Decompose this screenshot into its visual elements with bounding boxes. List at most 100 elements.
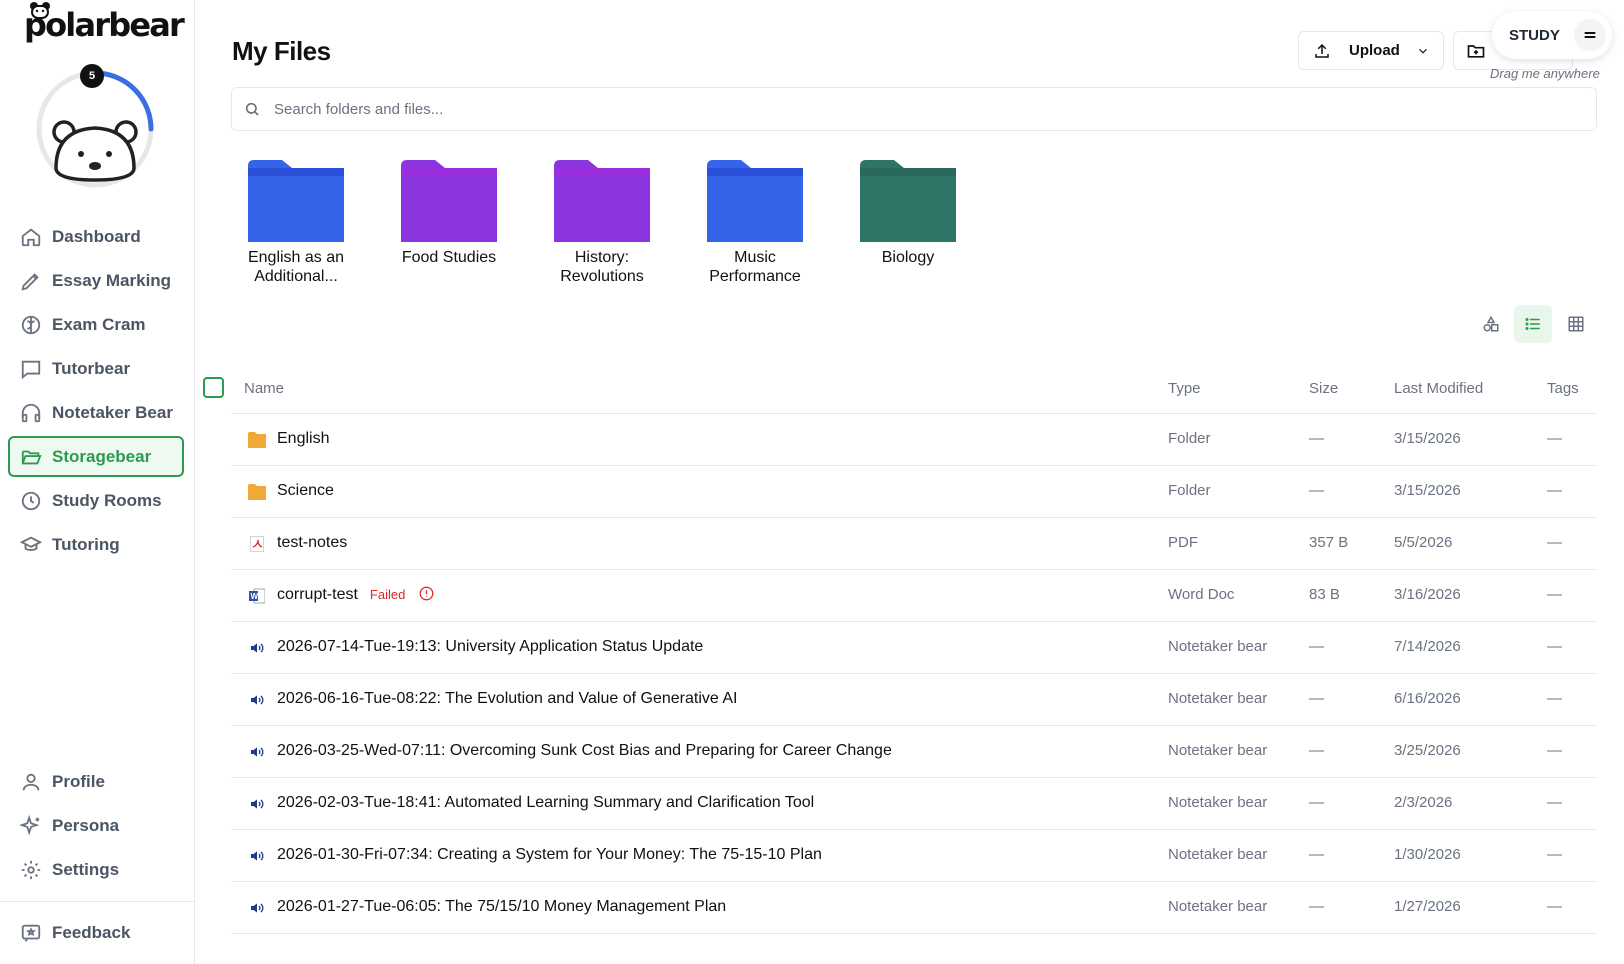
table-row[interactable]: 2026-03-25-Wed-07:11: Overcoming Sunk Co…	[231, 726, 1597, 778]
file-name: English	[277, 430, 330, 447]
table-row[interactable]: 2026-01-27-Tue-06:05: The 75/15/10 Money…	[231, 882, 1597, 934]
svg-text:W: W	[251, 592, 259, 601]
list-view-toggle[interactable]	[1514, 305, 1552, 343]
file-type: Notetaker bear	[1168, 690, 1268, 707]
file-type: Notetaker bear	[1168, 742, 1268, 759]
sidebar-item-tutoring[interactable]: Tutoring	[8, 524, 184, 565]
sidebar-item-feedback[interactable]: Feedback	[8, 912, 184, 953]
search-placeholder: Search folders and files...	[274, 100, 444, 118]
list-icon	[1525, 318, 1540, 330]
table-row[interactable]: 2026-01-30-Fri-07:34: Creating a System …	[231, 830, 1597, 882]
sidebar-item-profile[interactable]: Profile	[8, 761, 184, 802]
folder-card[interactable]: Biology	[853, 160, 963, 267]
file-name: 2026-06-16-Tue-08:22: The Evolution and …	[277, 690, 738, 707]
file-tags: —	[1547, 586, 1562, 603]
upload-button[interactable]: Upload	[1298, 31, 1444, 70]
file-type: Notetaker bear	[1168, 898, 1268, 915]
file-tags: —	[1547, 846, 1562, 863]
folder-icon	[401, 160, 497, 242]
file-modified: 1/27/2026	[1394, 898, 1461, 915]
table-row[interactable]: 2026-02-03-Tue-18:41: Automated Learning…	[231, 778, 1597, 830]
table-row[interactable]: Science Folder — 3/15/2026 —	[231, 466, 1597, 518]
polarbear-logo[interactable]: polarbear	[24, 2, 185, 44]
speaker-icon	[247, 846, 267, 866]
file-name: test-notes	[277, 534, 348, 551]
table-row[interactable]: 2026-07-14-Tue-19:13: University Applica…	[231, 622, 1597, 674]
sidebar-item-study-rooms[interactable]: Study Rooms	[8, 480, 184, 521]
study-widget[interactable]: STUDY	[1492, 11, 1612, 59]
folder-icon	[860, 160, 956, 242]
speaker-icon	[247, 898, 267, 918]
folder-card[interactable]: History: Revolutions	[547, 160, 657, 286]
file-modified: 5/5/2026	[1394, 534, 1453, 551]
chevron-down-icon	[1418, 48, 1427, 54]
folder-label: Biology	[881, 249, 935, 266]
folder-card[interactable]: English as an Additional...	[241, 160, 351, 286]
file-modified: 7/14/2026	[1394, 638, 1461, 655]
sidebar-item-label: Tutorbear	[52, 358, 131, 378]
shapes-view-toggle[interactable]	[1472, 305, 1510, 343]
sidebar-item-tutorbear[interactable]: Tutorbear	[8, 348, 184, 389]
search-field[interactable]: Search folders and files...	[231, 87, 1597, 131]
folder-icon	[247, 430, 267, 450]
sidebar-item-essay-marking[interactable]: Essay Marking	[8, 260, 184, 301]
upload-label: Upload	[1349, 42, 1400, 59]
sidebar-item-label: Tutoring	[52, 534, 120, 554]
column-header-tags[interactable]: Tags	[1547, 380, 1579, 397]
headphones-icon	[21, 403, 41, 422]
sidebar-item-storagebear[interactable]: Storagebear	[8, 436, 184, 477]
select-all-checkbox[interactable]	[203, 377, 224, 398]
feedback-icon	[21, 924, 41, 942]
file-type: Notetaker bear	[1168, 846, 1268, 863]
folder-icon	[247, 482, 267, 502]
shapes-icon	[1483, 315, 1499, 332]
folder-card[interactable]: Food Studies	[394, 160, 504, 267]
sidebar-item-notetaker-bear[interactable]: Notetaker Bear	[8, 392, 184, 433]
failed-badge: Failed	[369, 587, 406, 602]
table-row[interactable]: W corrupt-test Failed Word Doc 83 B 3/16/…	[231, 570, 1597, 622]
sidebar-divider	[0, 901, 195, 902]
table-row[interactable]: 2026-06-16-Tue-08:22: The Evolution and …	[231, 674, 1597, 726]
file-size: 83 B	[1309, 586, 1340, 603]
file-name: 2026-02-03-Tue-18:41: Automated Learning…	[277, 794, 815, 811]
folder-card[interactable]: Music Performance	[700, 160, 810, 286]
main-content: My Files Upload STUDY Drag me anywhere S…	[195, 0, 1624, 964]
sidebar-item-exam-cram[interactable]: Exam Cram	[8, 304, 184, 345]
sidebar-item-label: Settings	[52, 859, 120, 879]
file-name-text: corrupt-test	[277, 586, 358, 603]
folder-icon	[248, 160, 344, 242]
file-tags: —	[1547, 690, 1562, 707]
table-row[interactable]: test-notes PDF 357 B 5/5/2026 —	[231, 518, 1597, 570]
bear-ears-icon	[30, 2, 50, 19]
column-header-name[interactable]: Name	[244, 380, 284, 397]
file-tags: —	[1547, 898, 1562, 915]
speaker-icon	[247, 638, 267, 658]
sidebar-item-dashboard[interactable]: Dashboard	[8, 216, 184, 257]
search-icon	[245, 102, 259, 116]
grid-icon	[1568, 316, 1584, 332]
alert-icon[interactable]	[419, 586, 434, 601]
sidebar-item-persona[interactable]: Persona	[8, 805, 184, 846]
folder-icon	[707, 160, 803, 242]
file-modified: 6/16/2026	[1394, 690, 1461, 707]
column-header-type[interactable]: Type	[1168, 380, 1201, 397]
file-size: —	[1309, 690, 1324, 707]
folder-label: English as an Additional...	[247, 249, 345, 285]
column-header-modified[interactable]: Last Modified	[1394, 380, 1483, 397]
avatar[interactable]: 5	[34, 64, 156, 190]
menu-icon[interactable]	[1573, 19, 1606, 51]
column-header-size[interactable]: Size	[1309, 380, 1338, 397]
file-type: Folder	[1168, 430, 1211, 447]
file-size: —	[1309, 742, 1324, 759]
file-size: —	[1309, 430, 1324, 447]
clock-icon	[21, 491, 41, 510]
file-size: —	[1309, 638, 1324, 655]
sidebar-item-settings[interactable]: Settings	[8, 849, 184, 890]
grid-view-toggle[interactable]	[1557, 305, 1595, 343]
file-tags: —	[1547, 638, 1562, 655]
sidebar-item-label: Exam Cram	[52, 314, 146, 334]
file-modified: 3/15/2026	[1394, 482, 1461, 499]
table-row[interactable]: English Folder — 3/15/2026 —	[231, 414, 1597, 466]
folder-label: Food Studies	[401, 249, 497, 266]
gear-icon	[21, 860, 41, 879]
